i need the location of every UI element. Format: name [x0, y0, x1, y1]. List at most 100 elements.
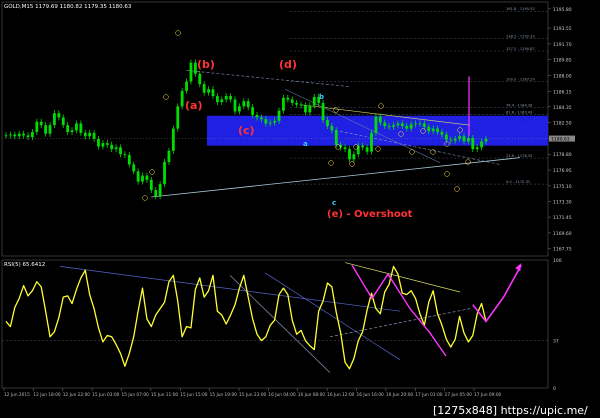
price-candle: [220, 99, 224, 103]
time-axis-label: 16 Jun 16:00: [357, 392, 385, 398]
price-candle: [66, 125, 70, 132]
price-candle: [343, 147, 347, 150]
price-candle: [308, 105, 312, 113]
target-zone-rect: [207, 115, 548, 146]
price-candle: [255, 114, 259, 118]
price-candle: [4, 135, 8, 137]
time-axis-label: 17 Jun 05:00: [445, 392, 473, 398]
price-candle: [378, 116, 382, 123]
price-candle: [123, 154, 127, 156]
price-candle: [110, 144, 114, 150]
price-candle: [101, 143, 105, 147]
price-candle: [471, 137, 475, 150]
price-candle: [57, 113, 61, 118]
time-axis-label: 15 Jun 11:00: [151, 392, 179, 398]
price-candle: [35, 121, 39, 132]
price-candle: [48, 125, 52, 134]
price-candle: [202, 84, 206, 93]
price-candle: [215, 96, 219, 103]
rsi-level-label: 100: [553, 258, 562, 264]
price-candle: [70, 130, 74, 132]
price-candle: [189, 62, 193, 82]
wave-label-c: (c): [238, 124, 255, 137]
fib-level-label: 0.0 - 1175.31: [506, 180, 530, 184]
price-axis-label: 1175.10: [553, 184, 572, 190]
price-candle: [400, 123, 404, 127]
price-axis-label: 1195.80: [553, 7, 572, 13]
price-candle: [39, 121, 43, 126]
price-candle: [17, 133, 21, 137]
price-axis-label: 1191.70: [553, 42, 572, 48]
price-candle: [449, 139, 453, 141]
price-candle: [180, 90, 184, 107]
time-axis-label: 12 Jun 18:00: [33, 392, 61, 398]
price-candle: [475, 147, 479, 150]
price-candle: [383, 122, 387, 127]
price-candle: [53, 113, 56, 126]
price-candle: [427, 126, 431, 132]
price-candle: [136, 171, 140, 182]
price-axis-label: 1178.80: [553, 152, 572, 158]
wave-label-b-small: b: [319, 93, 324, 101]
price-candle: [26, 135, 30, 138]
price-candle: [242, 101, 246, 107]
wave-label-a: (a): [185, 99, 202, 112]
price-candle: [361, 145, 365, 148]
price-candle: [251, 107, 255, 115]
chart-window: 1195.80 1193.55 1191.70 1189.85 1188.00 1186.…: [0, 0, 600, 418]
price-candle: [330, 126, 334, 131]
time-axis-label: 16 Jun 04:00: [268, 392, 296, 398]
price-candle: [145, 175, 149, 180]
rsi-level-label: 0: [553, 386, 556, 392]
price-candle: [370, 132, 373, 152]
price-candle: [392, 125, 395, 127]
price-candle: [295, 102, 299, 105]
price-candle: [440, 131, 444, 135]
price-candle: [365, 147, 369, 152]
price-candle: [163, 161, 166, 185]
price-candle: [444, 134, 448, 140]
price-candle: [282, 97, 285, 111]
wave-label-c-small: c: [332, 199, 336, 207]
price-candle: [387, 126, 391, 127]
price-axis-label: 1184.35: [553, 105, 572, 111]
price-candle: [453, 138, 457, 141]
price-candle: [154, 190, 158, 197]
price-candle: [167, 150, 171, 162]
price-candle: [268, 122, 272, 124]
price-candle: [409, 124, 413, 129]
price-candle: [312, 96, 316, 106]
price-candle: [436, 128, 439, 132]
price-candle: [149, 179, 153, 191]
price-candle: [207, 89, 210, 93]
price-axis-label: 1171.45: [553, 215, 572, 221]
price-candle: [22, 133, 26, 136]
price-candle: [176, 106, 180, 129]
price-candle: [44, 125, 48, 134]
price-candle: [405, 126, 409, 129]
price-candle: [114, 147, 118, 150]
price-axis-label: 1182.50: [553, 121, 572, 127]
price-candle: [418, 123, 422, 125]
price-candle: [348, 149, 351, 160]
fib-level-label: 61.8 - 1183.43: [506, 111, 532, 115]
price-candle: [462, 136, 466, 142]
price-candle: [422, 123, 426, 127]
price-candle: [83, 132, 87, 137]
price-candle: [264, 119, 268, 124]
price-candle: [75, 123, 78, 131]
price-candle: [88, 132, 92, 137]
time-axis-label: 16 Jun 12:00: [327, 392, 355, 398]
price-candle: [374, 116, 378, 133]
price-candle: [334, 130, 338, 145]
current-price-label: 1180.63: [551, 137, 570, 143]
price-axis-label: 1189.85: [553, 58, 572, 64]
chart-background: [0, 0, 600, 418]
price-candle: [119, 147, 122, 155]
price-candle: [299, 104, 303, 106]
price-candle: [396, 123, 400, 126]
time-axis-label: 12 Jun 22:00: [63, 392, 91, 398]
time-axis-label: 15 Jun 07:00: [122, 392, 150, 398]
price-axis-label: 1169.60: [553, 231, 572, 237]
price-candle: [185, 81, 188, 91]
